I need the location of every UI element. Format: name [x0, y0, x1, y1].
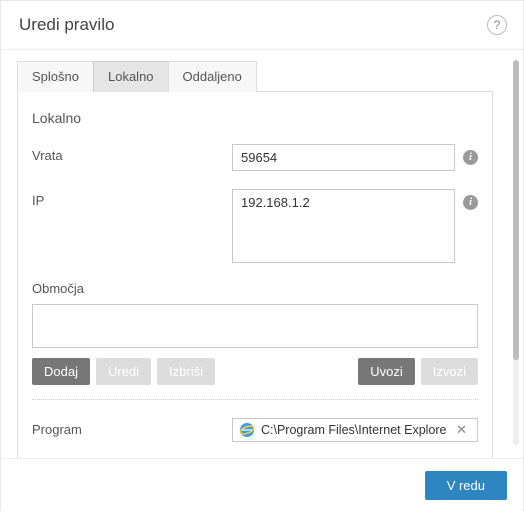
dialog-body: Splošno Lokalno Oddaljeno Lokalno Vrata …: [1, 50, 523, 471]
zones-list[interactable]: [32, 304, 478, 348]
edit-button: Uredi: [96, 358, 151, 385]
help-icon[interactable]: ?: [487, 15, 507, 35]
port-input[interactable]: [232, 144, 455, 171]
import-button[interactable]: Uvozi: [358, 358, 415, 385]
dialog-title: Uredi pravilo: [19, 15, 114, 35]
tab-general[interactable]: Splošno: [17, 61, 94, 92]
ip-row: IP i: [32, 189, 478, 263]
add-button[interactable]: Dodaj: [32, 358, 90, 385]
internet-explorer-icon: [239, 422, 255, 438]
export-button: Izvozi: [421, 358, 478, 385]
delete-button: Izbriši: [157, 358, 215, 385]
dialog-header: Uredi pravilo ?: [1, 1, 523, 50]
program-row: Program ✕: [32, 418, 478, 442]
tab-content: Lokalno Vrata i IP i Območja Dodaj Ure: [17, 92, 493, 461]
dialog-footer: V redu: [1, 458, 523, 512]
zones-label: Območja: [32, 281, 478, 296]
program-input[interactable]: [261, 423, 446, 437]
ip-label: IP: [32, 189, 232, 208]
tab-remote[interactable]: Oddaljeno: [168, 61, 257, 92]
info-icon[interactable]: i: [463, 150, 478, 165]
program-input-wrap[interactable]: ✕: [232, 418, 478, 442]
scrollbar[interactable]: [513, 60, 519, 445]
ip-input[interactable]: [232, 189, 455, 263]
ok-button[interactable]: V redu: [425, 471, 507, 500]
info-icon[interactable]: i: [463, 195, 478, 210]
program-label: Program: [32, 418, 232, 437]
port-row: Vrata i: [32, 144, 478, 171]
zones-buttons: Dodaj Uredi Izbriši Uvozi Izvozi: [32, 358, 478, 385]
tab-local[interactable]: Lokalno: [93, 61, 169, 92]
section-title: Lokalno: [32, 110, 478, 126]
clear-icon[interactable]: ✕: [452, 422, 471, 438]
port-label: Vrata: [32, 144, 232, 163]
tabs: Splošno Lokalno Oddaljeno: [17, 60, 493, 92]
scrollbar-thumb[interactable]: [513, 60, 519, 360]
divider: [32, 399, 478, 400]
